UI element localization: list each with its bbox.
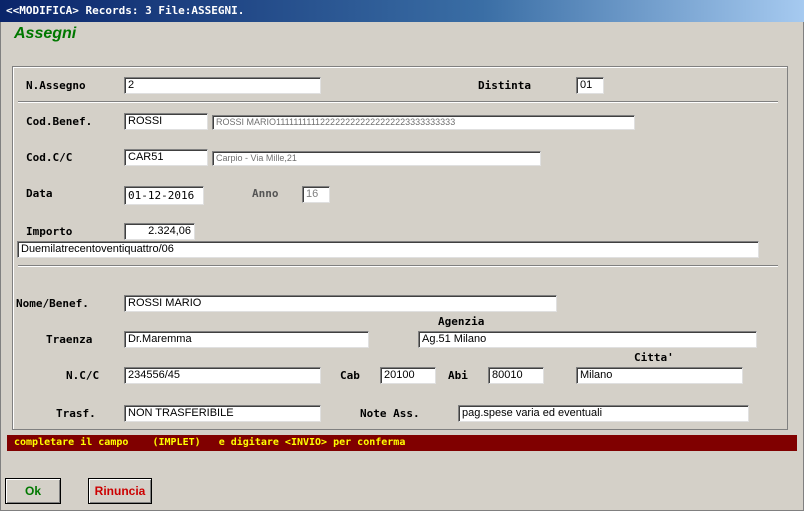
cod-benef-input[interactable]: ROSSI: [124, 113, 208, 130]
traenza-label: Traenza: [46, 333, 93, 346]
data-label: Data: [26, 187, 53, 200]
distinta-label: Distinta: [478, 79, 531, 92]
form-heading: Assegni: [14, 25, 77, 42]
importo-input[interactable]: 2.324,06: [124, 223, 195, 240]
importo-label: Importo: [26, 225, 73, 238]
n-assegno-label: N.Assegno: [26, 79, 86, 92]
anno-input: 16: [302, 186, 330, 203]
nome-benef-label: Nome/Benef.: [16, 297, 89, 310]
cancel-button[interactable]: Rinuncia: [88, 478, 152, 504]
cab-input[interactable]: 20100: [380, 367, 436, 384]
abi-input[interactable]: 80010: [488, 367, 544, 384]
trasf-input[interactable]: NON TRASFERIBILE: [124, 405, 321, 422]
distinta-input[interactable]: 01: [576, 77, 604, 94]
separator-top: [18, 101, 778, 103]
ok-button[interactable]: Ok: [5, 478, 61, 504]
citta-label: Citta': [634, 351, 674, 364]
traenza-input[interactable]: Dr.Maremma: [124, 331, 369, 348]
agenzia-input[interactable]: Ag.51 Milano: [418, 331, 757, 348]
trasf-label: Trasf.: [56, 407, 96, 420]
n-assegno-input[interactable]: 2: [124, 77, 321, 94]
data-input[interactable]: 01-12-2016: [124, 186, 204, 205]
status-message-bar: completare il campo (IMPLET) e digitare …: [7, 435, 797, 451]
ncc-label: N.C/C: [66, 369, 100, 382]
cab-label: Cab: [340, 369, 360, 382]
note-ass-input[interactable]: pag.spese varia ed eventuali: [458, 405, 749, 422]
cod-cc-input[interactable]: CAR51: [124, 149, 208, 166]
cod-cc-description: Carpio - Via Mille,21: [212, 151, 541, 166]
agenzia-label: Agenzia: [438, 315, 485, 328]
cod-benef-label: Cod.Benef.: [26, 115, 93, 128]
nome-benef-input[interactable]: ROSSI MARIO: [124, 295, 557, 312]
abi-label: Abi: [448, 369, 468, 382]
anno-label: Anno: [252, 187, 279, 200]
separator-middle: [18, 265, 778, 267]
importo-in-words: Duemilatrecentoventiquattro/06: [17, 241, 759, 258]
ncc-input[interactable]: 234556/45: [124, 367, 321, 384]
cod-benef-description: ROSSI MARIO11111111112222222222222222233…: [212, 115, 635, 130]
cod-cc-label: Cod.C/C: [26, 151, 73, 164]
note-ass-label: Note Ass.: [360, 407, 420, 420]
window-titlebar: <<MODIFICA> Records: 3 File:ASSEGNI.: [0, 0, 804, 22]
citta-input[interactable]: Milano: [576, 367, 743, 384]
